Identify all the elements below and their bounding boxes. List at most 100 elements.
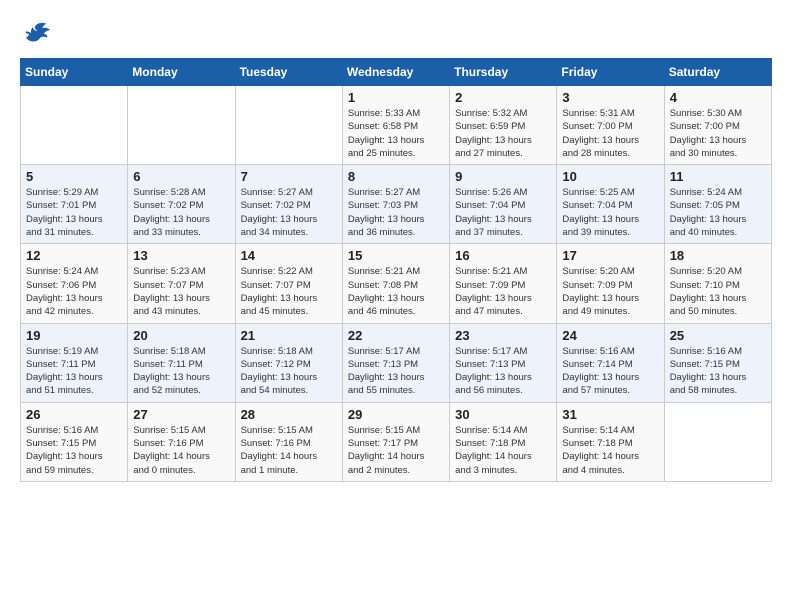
day-number: 22 bbox=[348, 328, 444, 343]
day-number: 1 bbox=[348, 90, 444, 105]
day-number: 21 bbox=[241, 328, 337, 343]
weekday-header-friday: Friday bbox=[557, 59, 664, 86]
logo bbox=[20, 20, 54, 48]
day-info: Sunrise: 5:15 AM Sunset: 7:17 PM Dayligh… bbox=[348, 424, 444, 477]
weekday-header-thursday: Thursday bbox=[450, 59, 557, 86]
day-info: Sunrise: 5:23 AM Sunset: 7:07 PM Dayligh… bbox=[133, 265, 229, 318]
calendar-cell: 10Sunrise: 5:25 AM Sunset: 7:04 PM Dayli… bbox=[557, 165, 664, 244]
weekday-header-wednesday: Wednesday bbox=[342, 59, 449, 86]
calendar-cell: 6Sunrise: 5:28 AM Sunset: 7:02 PM Daylig… bbox=[128, 165, 235, 244]
calendar-cell: 11 Sunrise: 5:24 AM Sunset: 7:05 PM Dayli… bbox=[664, 165, 771, 244]
calendar-cell: 31 Sunrise: 5:14 AM Sunset: 7:18 PM Dayli… bbox=[557, 402, 664, 481]
day-number: 25 bbox=[670, 328, 766, 343]
weekday-header-sunday: Sunday bbox=[21, 59, 128, 86]
calendar-cell: 9 Sunrise: 5:26 AM Sunset: 7:04 PM Daylig… bbox=[450, 165, 557, 244]
calendar-cell: 13 Sunrise: 5:23 AM Sunset: 7:07 PM Dayli… bbox=[128, 244, 235, 323]
day-info: Sunrise: 5:17 AM Sunset: 7:13 PM Dayligh… bbox=[455, 345, 551, 398]
day-number: 9 bbox=[455, 169, 551, 184]
calendar-cell: 17 Sunrise: 5:20 AM Sunset: 7:09 PM Dayli… bbox=[557, 244, 664, 323]
day-info: Sunrise: 5:20 AM Sunset: 7:10 PM Dayligh… bbox=[670, 265, 766, 318]
calendar-week-4: 19Sunrise: 5:19 AM Sunset: 7:11 PM Dayli… bbox=[21, 323, 772, 402]
weekday-header-monday: Monday bbox=[128, 59, 235, 86]
calendar-cell: 29Sunrise: 5:15 AM Sunset: 7:17 PM Dayli… bbox=[342, 402, 449, 481]
calendar-cell: 24 Sunrise: 5:16 AM Sunset: 7:14 PM Dayli… bbox=[557, 323, 664, 402]
day-number: 8 bbox=[348, 169, 444, 184]
day-info: Sunrise: 5:22 AM Sunset: 7:07 PM Dayligh… bbox=[241, 265, 337, 318]
day-info: Sunrise: 5:30 AM Sunset: 7:00 PM Dayligh… bbox=[670, 107, 766, 160]
day-number: 7 bbox=[241, 169, 337, 184]
calendar-cell: 5 Sunrise: 5:29 AM Sunset: 7:01 PM Daylig… bbox=[21, 165, 128, 244]
calendar-week-1: 1 Sunrise: 5:33 AM Sunset: 6:58 PM Daylig… bbox=[21, 86, 772, 165]
calendar-cell: 28 Sunrise: 5:15 AM Sunset: 7:16 PM Dayli… bbox=[235, 402, 342, 481]
calendar-cell: 26 Sunrise: 5:16 AM Sunset: 7:15 PM Dayli… bbox=[21, 402, 128, 481]
calendar-cell: 25 Sunrise: 5:16 AM Sunset: 7:15 PM Dayli… bbox=[664, 323, 771, 402]
day-number: 23 bbox=[455, 328, 551, 343]
day-info: Sunrise: 5:15 AM Sunset: 7:16 PM Dayligh… bbox=[241, 424, 337, 477]
day-number: 17 bbox=[562, 248, 658, 263]
page-header bbox=[20, 20, 772, 48]
calendar-cell: 21 Sunrise: 5:18 AM Sunset: 7:12 PM Dayli… bbox=[235, 323, 342, 402]
day-number: 18 bbox=[670, 248, 766, 263]
day-number: 31 bbox=[562, 407, 658, 422]
day-info: Sunrise: 5:25 AM Sunset: 7:04 PM Dayligh… bbox=[562, 186, 658, 239]
day-number: 6 bbox=[133, 169, 229, 184]
day-number: 24 bbox=[562, 328, 658, 343]
logo-bird-icon bbox=[20, 20, 50, 48]
day-info: Sunrise: 5:16 AM Sunset: 7:14 PM Dayligh… bbox=[562, 345, 658, 398]
day-info: Sunrise: 5:16 AM Sunset: 7:15 PM Dayligh… bbox=[670, 345, 766, 398]
calendar-cell: 15 Sunrise: 5:21 AM Sunset: 7:08 PM Dayli… bbox=[342, 244, 449, 323]
day-info: Sunrise: 5:20 AM Sunset: 7:09 PM Dayligh… bbox=[562, 265, 658, 318]
day-number: 28 bbox=[241, 407, 337, 422]
calendar-cell bbox=[664, 402, 771, 481]
day-info: Sunrise: 5:16 AM Sunset: 7:15 PM Dayligh… bbox=[26, 424, 122, 477]
day-info: Sunrise: 5:31 AM Sunset: 7:00 PM Dayligh… bbox=[562, 107, 658, 160]
day-number: 26 bbox=[26, 407, 122, 422]
day-number: 27 bbox=[133, 407, 229, 422]
day-info: Sunrise: 5:33 AM Sunset: 6:58 PM Dayligh… bbox=[348, 107, 444, 160]
day-number: 13 bbox=[133, 248, 229, 263]
calendar-cell: 4Sunrise: 5:30 AM Sunset: 7:00 PM Daylig… bbox=[664, 86, 771, 165]
day-number: 20 bbox=[133, 328, 229, 343]
calendar-header-row: SundayMondayTuesdayWednesdayThursdayFrid… bbox=[21, 59, 772, 86]
day-info: Sunrise: 5:24 AM Sunset: 7:05 PM Dayligh… bbox=[670, 186, 766, 239]
day-info: Sunrise: 5:29 AM Sunset: 7:01 PM Dayligh… bbox=[26, 186, 122, 239]
day-info: Sunrise: 5:21 AM Sunset: 7:08 PM Dayligh… bbox=[348, 265, 444, 318]
day-info: Sunrise: 5:14 AM Sunset: 7:18 PM Dayligh… bbox=[455, 424, 551, 477]
day-info: Sunrise: 5:19 AM Sunset: 7:11 PM Dayligh… bbox=[26, 345, 122, 398]
weekday-header-saturday: Saturday bbox=[664, 59, 771, 86]
calendar-cell: 3 Sunrise: 5:31 AM Sunset: 7:00 PM Daylig… bbox=[557, 86, 664, 165]
calendar-cell: 20 Sunrise: 5:18 AM Sunset: 7:11 PM Dayli… bbox=[128, 323, 235, 402]
calendar-cell: 27Sunrise: 5:15 AM Sunset: 7:16 PM Dayli… bbox=[128, 402, 235, 481]
calendar-cell: 19Sunrise: 5:19 AM Sunset: 7:11 PM Dayli… bbox=[21, 323, 128, 402]
calendar-cell: 14Sunrise: 5:22 AM Sunset: 7:07 PM Dayli… bbox=[235, 244, 342, 323]
calendar-cell bbox=[128, 86, 235, 165]
calendar-cell: 1 Sunrise: 5:33 AM Sunset: 6:58 PM Daylig… bbox=[342, 86, 449, 165]
calendar-week-3: 12Sunrise: 5:24 AM Sunset: 7:06 PM Dayli… bbox=[21, 244, 772, 323]
calendar-cell bbox=[235, 86, 342, 165]
day-number: 15 bbox=[348, 248, 444, 263]
calendar-cell: 22 Sunrise: 5:17 AM Sunset: 7:13 PM Dayli… bbox=[342, 323, 449, 402]
calendar-week-2: 5 Sunrise: 5:29 AM Sunset: 7:01 PM Daylig… bbox=[21, 165, 772, 244]
day-info: Sunrise: 5:24 AM Sunset: 7:06 PM Dayligh… bbox=[26, 265, 122, 318]
day-info: Sunrise: 5:27 AM Sunset: 7:03 PM Dayligh… bbox=[348, 186, 444, 239]
day-number: 5 bbox=[26, 169, 122, 184]
day-number: 3 bbox=[562, 90, 658, 105]
calendar-cell: 2Sunrise: 5:32 AM Sunset: 6:59 PM Daylig… bbox=[450, 86, 557, 165]
day-number: 30 bbox=[455, 407, 551, 422]
calendar-cell: 7Sunrise: 5:27 AM Sunset: 7:02 PM Daylig… bbox=[235, 165, 342, 244]
day-info: Sunrise: 5:18 AM Sunset: 7:11 PM Dayligh… bbox=[133, 345, 229, 398]
day-info: Sunrise: 5:18 AM Sunset: 7:12 PM Dayligh… bbox=[241, 345, 337, 398]
day-number: 2 bbox=[455, 90, 551, 105]
day-info: Sunrise: 5:17 AM Sunset: 7:13 PM Dayligh… bbox=[348, 345, 444, 398]
calendar-cell: 18 Sunrise: 5:20 AM Sunset: 7:10 PM Dayli… bbox=[664, 244, 771, 323]
calendar-week-5: 26 Sunrise: 5:16 AM Sunset: 7:15 PM Dayli… bbox=[21, 402, 772, 481]
calendar-cell: 30 Sunrise: 5:14 AM Sunset: 7:18 PM Dayli… bbox=[450, 402, 557, 481]
calendar-cell: 23 Sunrise: 5:17 AM Sunset: 7:13 PM Dayli… bbox=[450, 323, 557, 402]
day-info: Sunrise: 5:21 AM Sunset: 7:09 PM Dayligh… bbox=[455, 265, 551, 318]
day-number: 16 bbox=[455, 248, 551, 263]
calendar-table: SundayMondayTuesdayWednesdayThursdayFrid… bbox=[20, 58, 772, 482]
day-number: 11 bbox=[670, 169, 766, 184]
day-info: Sunrise: 5:26 AM Sunset: 7:04 PM Dayligh… bbox=[455, 186, 551, 239]
calendar-cell: 16 Sunrise: 5:21 AM Sunset: 7:09 PM Dayli… bbox=[450, 244, 557, 323]
day-info: Sunrise: 5:14 AM Sunset: 7:18 PM Dayligh… bbox=[562, 424, 658, 477]
